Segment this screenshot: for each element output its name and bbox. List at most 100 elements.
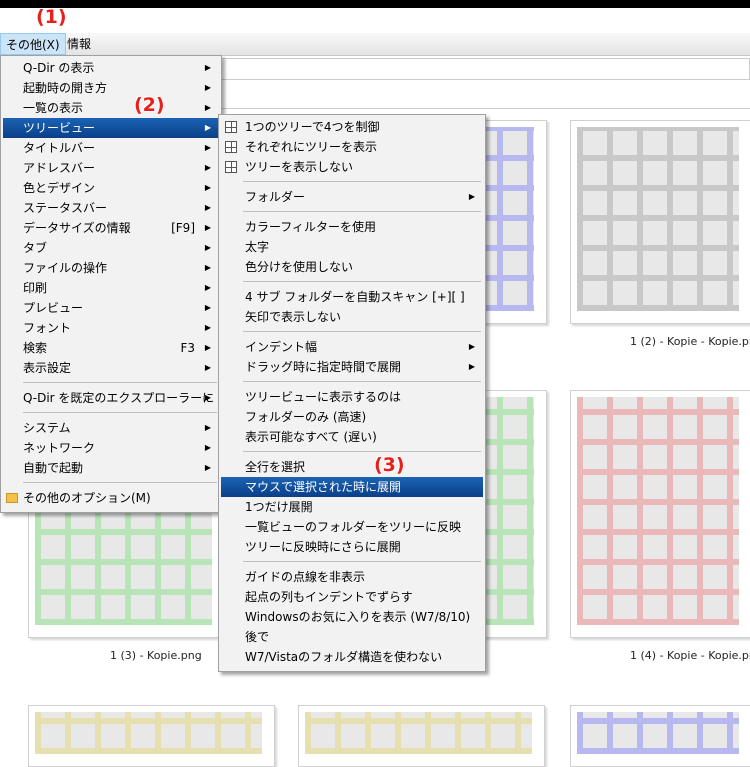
submenu-arrow-icon: ▶ [204, 143, 211, 152]
submenu-item[interactable]: ガイドの点線を非表示 [221, 567, 483, 587]
submenu-arrow-icon: ▶ [204, 243, 211, 252]
menu-bar: その他(X) 情報 [0, 33, 750, 56]
submenu-item[interactable]: 一覧ビューのフォルダーをツリーに反映 [221, 517, 483, 537]
submenu-arrow-icon: ▶ [204, 363, 211, 372]
grid-icon [225, 141, 237, 153]
submenu-arrow-icon: ▶ [204, 123, 211, 132]
menu-separator [23, 482, 217, 483]
menu-item[interactable]: その他のオプション(M) [3, 488, 219, 508]
menu-item[interactable]: ネットワーク ▶ [3, 438, 219, 458]
menu-item[interactable]: ファイルの操作 ▶ [3, 258, 219, 278]
menu-item-label: プレビュー [23, 301, 84, 315]
menu-item-label: その他のオプション(M) [23, 491, 151, 505]
menu-item[interactable]: ツリービュー ▶ [3, 118, 219, 138]
menu-item[interactable]: フォント ▶ [3, 318, 219, 338]
menu-item-label: ドラッグ時に指定時間で展開 [245, 360, 402, 374]
menu-item[interactable]: 印刷 ▶ [3, 278, 219, 298]
address-bar[interactable] [220, 58, 750, 80]
image-thumbnail[interactable] [570, 120, 750, 324]
menu-item[interactable]: ステータスバー ▶ [3, 198, 219, 218]
menu-item-label: ステータスバー [23, 201, 108, 215]
submenu-item[interactable]: Windowsのお気に入りを表示 (W7/8/10) [221, 607, 483, 627]
menu-item[interactable]: タブ ▶ [3, 238, 219, 258]
submenu-item[interactable]: 全行を選択 [221, 457, 483, 477]
menu-item[interactable]: Q-Dir を既定のエクスプローラーに ▶ [3, 388, 219, 408]
submenu-item[interactable]: 矢印で表示しない [221, 307, 483, 327]
submenu-item[interactable]: 太字 [221, 237, 483, 257]
submenu-item[interactable]: 表示可能なすべて (遅い) [221, 427, 483, 447]
submenu-item[interactable]: マウスで選択された時に展開 [221, 477, 483, 497]
submenu-item[interactable]: 1つのツリーで4つを制御 [221, 117, 483, 137]
submenu-item[interactable]: 4 サブ フォルダーを自動スキャン [+][ ] [221, 287, 483, 307]
menu-item[interactable]: Q-Dir の表示 ▶ [3, 58, 219, 78]
menu-item-label: カラーフィルターを使用 [245, 220, 377, 234]
menu-item-label: ツリービュー [23, 121, 96, 135]
menu-separator [243, 281, 481, 282]
menu-item-label: 一覧ビューのフォルダーをツリーに反映 [245, 520, 462, 534]
other-dropdown-menu: Q-Dir の表示 ▶ 起動時の開き方 ▶ 一覧の表示 ▶ ツリービュー ▶ タイトルバー ▶ アド… [0, 55, 222, 513]
menu-item[interactable]: タイトルバー ▶ [3, 138, 219, 158]
menu-item[interactable]: 起動時の開き方 ▶ [3, 78, 219, 98]
menu-item[interactable]: システム ▶ [3, 418, 219, 438]
menu-info[interactable]: 情報 [62, 33, 96, 55]
annotation-2: (2) [134, 94, 165, 116]
menu-item-label: アドレスバー [23, 161, 96, 175]
menu-item[interactable]: 自動で起動 ▶ [3, 458, 219, 478]
menu-shortcut: [F9] [171, 221, 195, 235]
submenu-item[interactable]: それぞれにツリーを表示 [221, 137, 483, 157]
submenu-item[interactable]: W7/Vistaのフォルダ構造を使わない [221, 647, 483, 667]
menu-shortcut: F3 [180, 341, 195, 355]
menu-item-label: 矢印で表示しない [245, 310, 342, 324]
menu-item[interactable]: データサイズの情報 [F9] ▶ [3, 218, 219, 238]
submenu-arrow-icon: ▶ [468, 192, 475, 201]
menu-other[interactable]: その他(X) [0, 33, 66, 55]
submenu-item[interactable]: 起点の列もインデントでずらす [221, 587, 483, 607]
submenu-arrow-icon: ▶ [204, 443, 211, 452]
submenu-item[interactable]: フォルダーのみ (高速) [221, 407, 483, 427]
file-caption[interactable]: 1 (4) - Kopie - Kopie.png [630, 649, 750, 662]
menu-item-label: インデント幅 [245, 340, 318, 354]
menu-item-label: 検索 [23, 341, 48, 355]
submenu-arrow-icon: ▶ [204, 303, 211, 312]
menu-item[interactable]: 色とデザイン ▶ [3, 178, 219, 198]
menu-separator [243, 561, 481, 562]
submenu-item[interactable]: 色分けを使用しない [221, 257, 483, 277]
image-thumbnail[interactable] [570, 390, 750, 638]
image-thumbnail[interactable] [28, 705, 275, 767]
menu-item-label: 起点の列もインデントでずらす [245, 590, 413, 604]
submenu-arrow-icon: ▶ [468, 362, 475, 371]
menu-item-label: タブ [23, 241, 48, 255]
menu-item-label: 1つのツリーで4つを制御 [245, 120, 380, 134]
submenu-item[interactable]: ツリービューに表示するのは [221, 387, 483, 407]
submenu-item[interactable]: ツリーに反映時にさらに展開 [221, 537, 483, 557]
thumbnail-pattern [577, 397, 739, 625]
toolbar-strip [220, 88, 750, 109]
window-top-edge [0, 0, 750, 8]
submenu-item[interactable]: 後で [221, 627, 483, 647]
submenu-item[interactable]: カラーフィルターを使用 [221, 217, 483, 237]
file-caption[interactable]: 1 (2) - Kopie - Kopie.png [630, 335, 750, 348]
submenu-item[interactable]: ドラッグ時に指定時間で展開 ▶ [221, 357, 483, 377]
menu-item[interactable]: 一覧の表示 ▶ [3, 98, 219, 118]
menu-item-label: 4 サブ フォルダーを自動スキャン [+][ ] [245, 290, 465, 304]
submenu-arrow-icon: ▶ [204, 63, 211, 72]
submenu-item[interactable]: ツリーを表示しない [221, 157, 483, 177]
file-caption[interactable]: 1 (3) - Kopie.png [110, 649, 202, 662]
submenu-arrow-icon: ▶ [204, 343, 211, 352]
menu-item[interactable]: 表示設定 ▶ [3, 358, 219, 378]
submenu-item[interactable]: インデント幅 ▶ [221, 337, 483, 357]
thumbnail-pattern [35, 712, 262, 754]
menu-item[interactable]: 検索 F3 ▶ [3, 338, 219, 358]
submenu-item[interactable]: フォルダー ▶ [221, 187, 483, 207]
submenu-item[interactable]: 1つだけ展開 [221, 497, 483, 517]
menu-item-label: 自動で起動 [23, 461, 84, 475]
submenu-arrow-icon: ▶ [204, 183, 211, 192]
submenu-arrow-icon: ▶ [204, 423, 211, 432]
menu-item[interactable]: プレビュー ▶ [3, 298, 219, 318]
image-thumbnail[interactable] [570, 705, 750, 767]
submenu-arrow-icon: ▶ [204, 323, 211, 332]
menu-item-label: 起動時の開き方 [23, 81, 108, 95]
image-thumbnail[interactable] [298, 705, 545, 767]
menu-item-label: 色分けを使用しない [245, 260, 354, 274]
menu-item[interactable]: アドレスバー ▶ [3, 158, 219, 178]
